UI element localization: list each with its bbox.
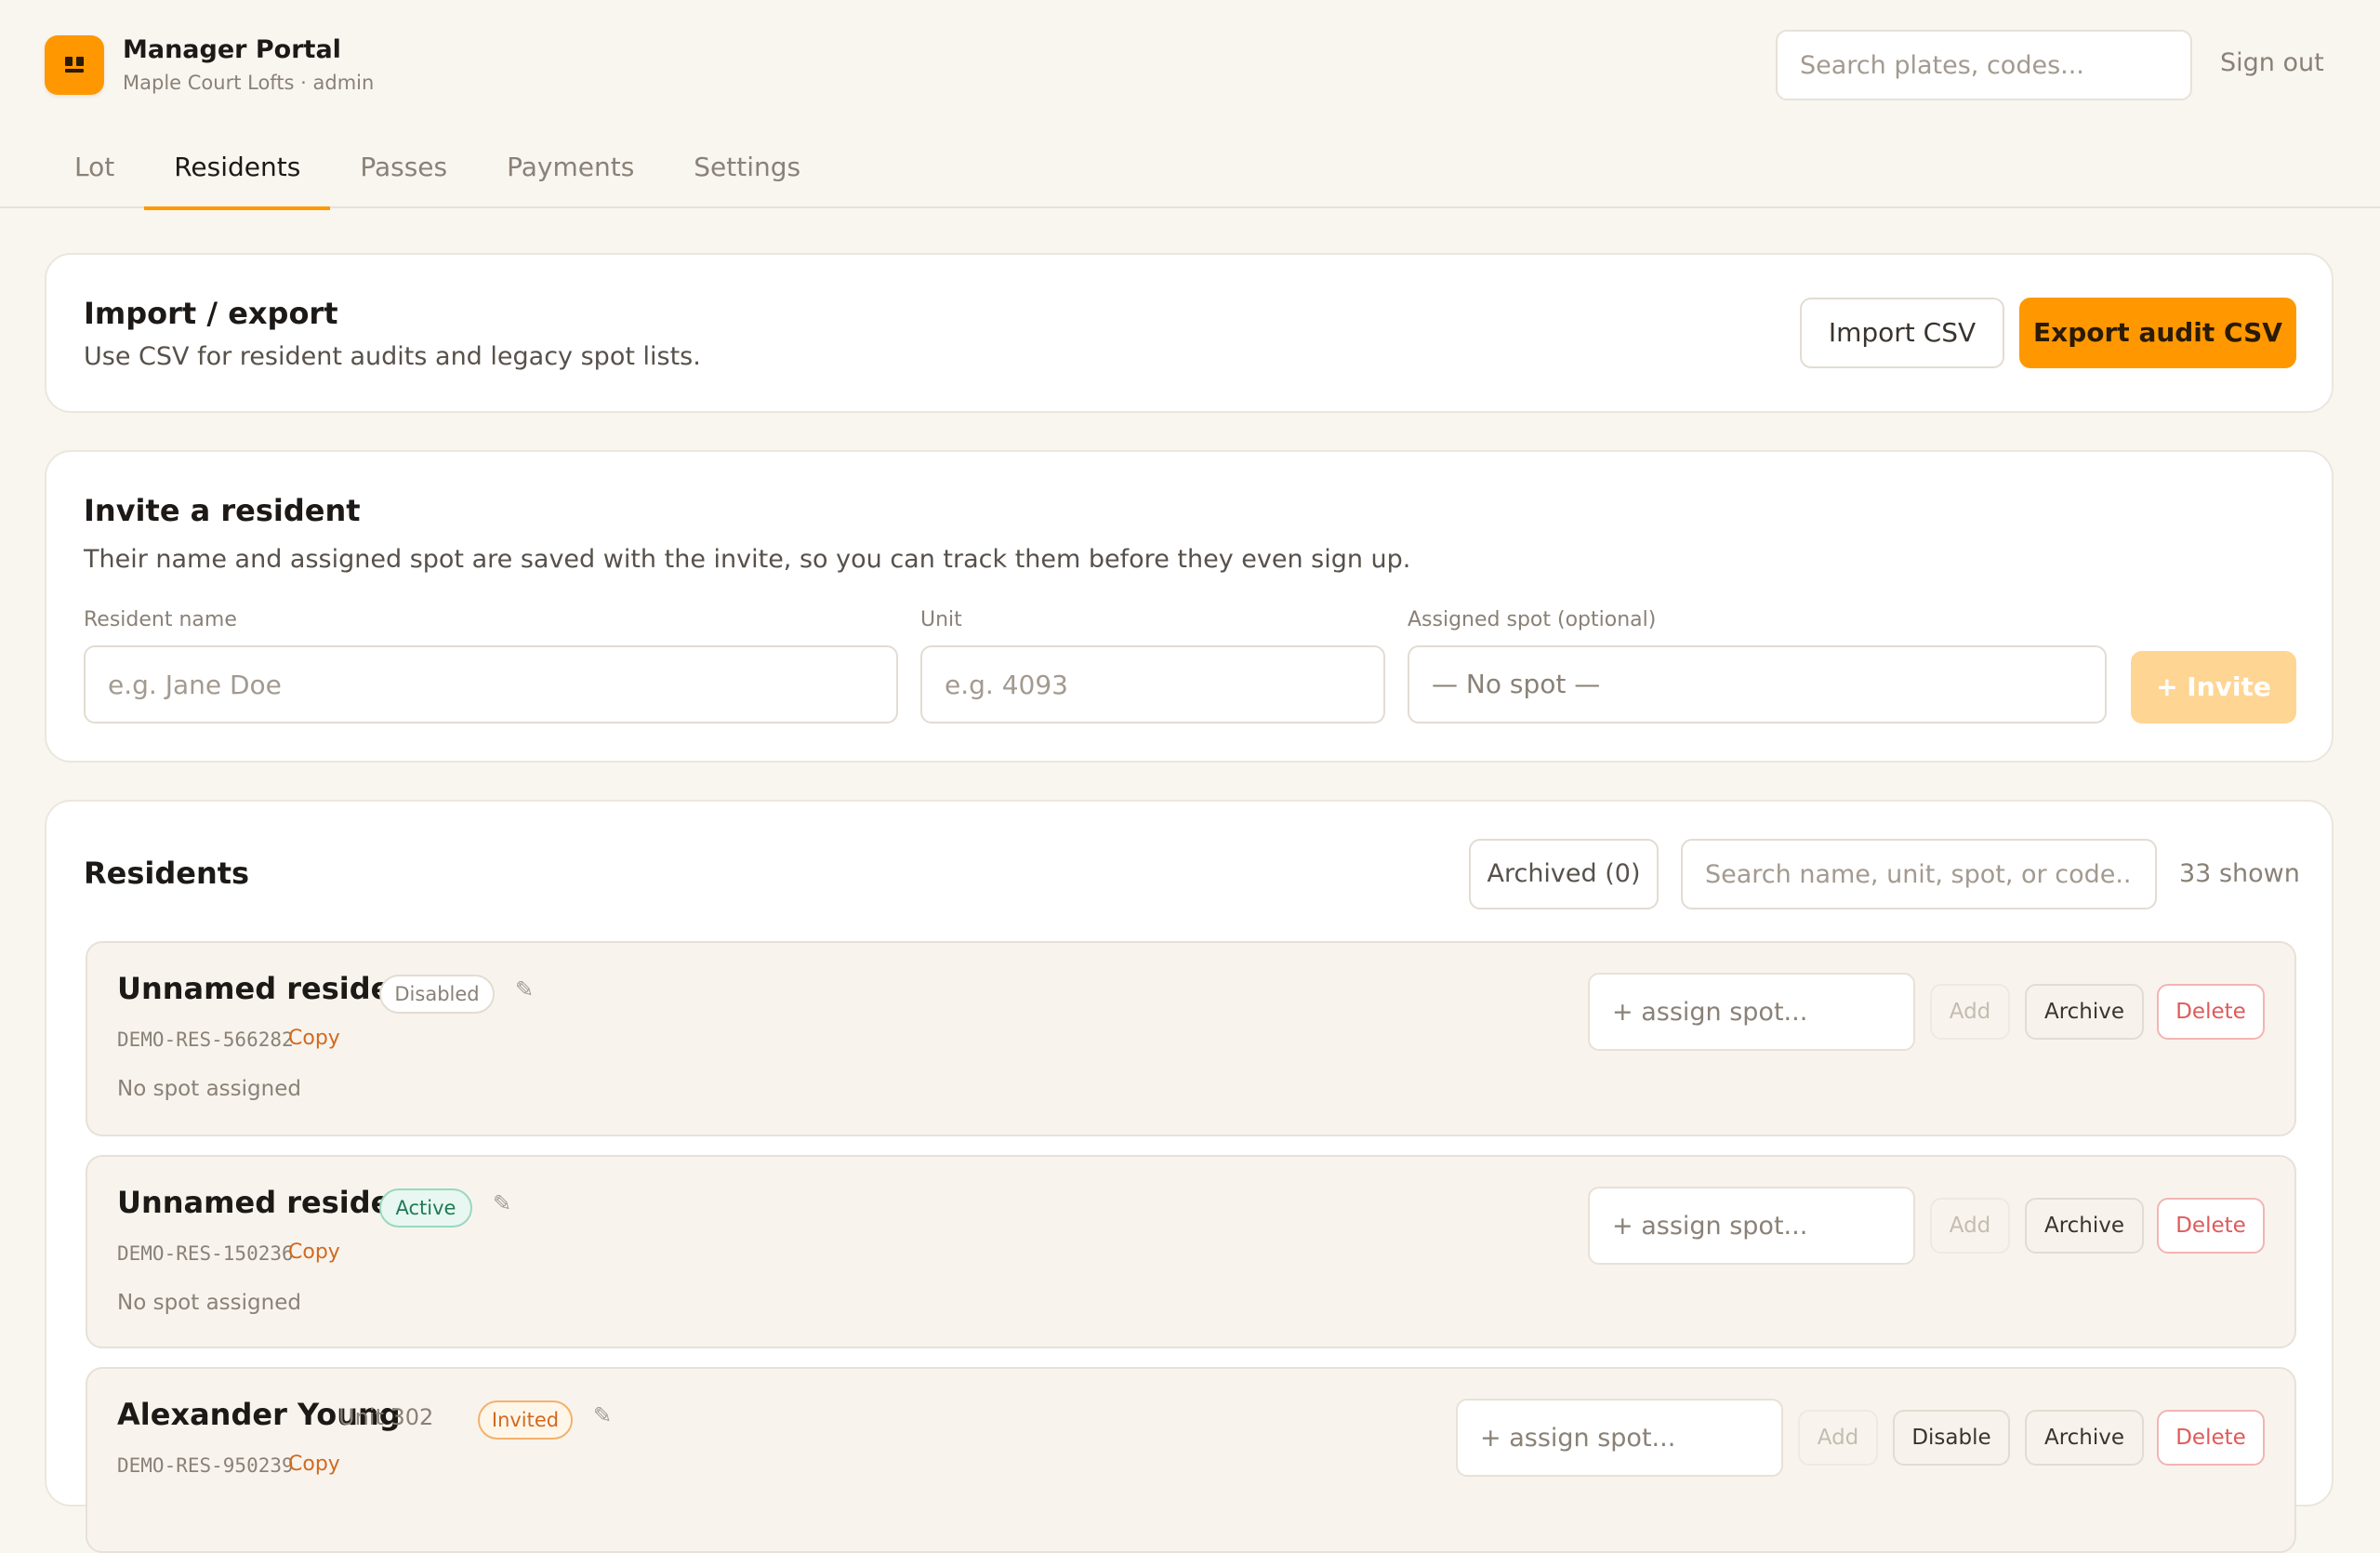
import-export-card: Import / export Use CSV for resident aud…: [45, 253, 2334, 413]
invite-code: DEMO-RES-566282: [117, 1029, 294, 1051]
spot-status: No spot assigned: [117, 1291, 301, 1315]
add-spot-button[interactable]: Add: [1930, 984, 2010, 1040]
status-badge: Disabled: [379, 975, 495, 1014]
shown-count: 33 shown: [2179, 859, 2300, 888]
invite-button[interactable]: + Invite: [2131, 651, 2296, 723]
unit-label: Unit: [920, 608, 962, 631]
copy-code-link[interactable]: Copy: [288, 1453, 340, 1476]
tab-passes[interactable]: Passes: [330, 149, 477, 208]
invite-code: DEMO-RES-950239: [117, 1454, 294, 1477]
resident-row: Alexander Young Unit 302 Invited ✎ DEMO-…: [86, 1367, 2296, 1553]
resident-unit: Unit 302: [338, 1404, 434, 1430]
app-subtitle: Maple Court Lofts · admin: [123, 72, 375, 94]
assigned-spot-label: Assigned spot (optional): [1408, 608, 1657, 631]
pencil-icon[interactable]: ✎: [515, 976, 534, 1002]
archive-button[interactable]: Archive: [2025, 1198, 2144, 1254]
invite-code: DEMO-RES-150236: [117, 1242, 294, 1265]
assign-spot-input[interactable]: [1588, 1187, 1915, 1265]
parking-lot-icon: [45, 35, 104, 95]
assign-spot-input[interactable]: [1588, 973, 1915, 1051]
assigned-spot-select[interactable]: — No spot —: [1408, 645, 2107, 723]
tab-payments[interactable]: Payments: [477, 149, 664, 208]
archive-button[interactable]: Archive: [2025, 1410, 2144, 1466]
disable-button[interactable]: Disable: [1893, 1410, 2010, 1466]
tab-lot[interactable]: Lot: [45, 149, 144, 208]
copy-code-link[interactable]: Copy: [288, 1241, 340, 1264]
invite-title: Invite a resident: [84, 493, 361, 528]
add-spot-button[interactable]: Add: [1930, 1198, 2010, 1254]
delete-button[interactable]: Delete: [2157, 984, 2265, 1040]
tab-settings[interactable]: Settings: [664, 149, 830, 208]
residents-card: Residents Archived (0) 33 shown Unnamed …: [45, 800, 2334, 1553]
global-search-input[interactable]: [1776, 30, 2192, 100]
resident-row: Unnamed resident Disabled ✎ DEMO-RES-566…: [86, 941, 2296, 1136]
sign-out-link[interactable]: Sign out: [2220, 48, 2324, 77]
export-audit-csv-button[interactable]: Export audit CSV: [2019, 298, 2296, 368]
assign-spot-input[interactable]: [1456, 1399, 1783, 1477]
resident-name-input[interactable]: [84, 645, 898, 723]
resident-search-input[interactable]: [1681, 839, 2157, 909]
app-title: Manager Portal: [123, 35, 341, 64]
import-export-description: Use CSV for resident audits and legacy s…: [84, 342, 701, 371]
copy-code-link[interactable]: Copy: [288, 1027, 340, 1050]
import-export-title: Import / export: [84, 296, 338, 331]
invite-resident-card: Invite a resident Their name and assigne…: [45, 450, 2334, 763]
delete-button[interactable]: Delete: [2157, 1198, 2265, 1254]
archive-button[interactable]: Archive: [2025, 984, 2144, 1040]
invite-description: Their name and assigned spot are saved w…: [84, 545, 1411, 574]
resident-row: Unnamed resident Active ✎ DEMO-RES-15023…: [86, 1155, 2296, 1348]
resident-name-label: Resident name: [84, 608, 237, 631]
app-header: Manager Portal Maple Court Lofts · admin…: [0, 0, 2380, 210]
status-badge: Active: [379, 1188, 472, 1228]
main-tabs: Lot Residents Passes Payments Settings: [45, 149, 830, 210]
import-csv-button[interactable]: Import CSV: [1800, 298, 2004, 368]
pencil-icon[interactable]: ✎: [493, 1190, 511, 1216]
delete-button[interactable]: Delete: [2157, 1410, 2265, 1466]
status-badge: Invited: [478, 1400, 573, 1440]
add-spot-button[interactable]: Add: [1798, 1410, 1878, 1466]
tab-residents[interactable]: Residents: [144, 149, 331, 210]
archived-filter-button[interactable]: Archived (0): [1469, 839, 1659, 909]
residents-title: Residents: [84, 856, 250, 891]
pencil-icon[interactable]: ✎: [593, 1402, 612, 1428]
unit-input[interactable]: [920, 645, 1385, 723]
spot-status: No spot assigned: [117, 1077, 301, 1101]
